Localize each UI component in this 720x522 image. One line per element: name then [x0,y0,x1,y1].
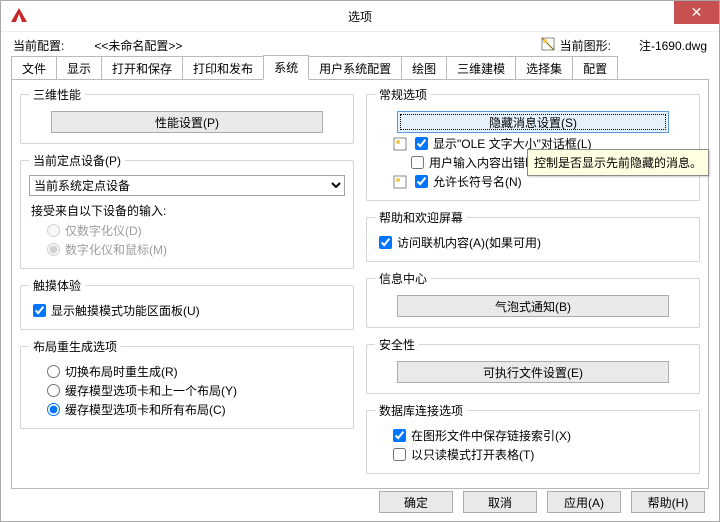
legend-infocenter: 信息中心 [375,270,431,287]
legend-help: 帮助和欢迎屏幕 [375,209,467,226]
group-help: 帮助和欢迎屏幕 访问联机内容(A)(如果可用) [366,209,700,262]
apply-button[interactable]: 应用(A) [547,491,621,513]
legend-security: 安全性 [375,336,419,353]
chk-long-names-label: 允许长符号名(N) [433,173,522,190]
legend-pointer: 当前定点设备(P) [29,152,125,169]
chk-touch-ribbon-label: 显示触摸模式功能区面板(U) [51,302,200,319]
chk-beep-error[interactable] [411,156,424,169]
legend-regen: 布局重生成选项 [29,338,121,355]
profile-row: 当前配置: <<未命名配置>> 当前图形: 注-1690.dwg [1,32,719,56]
tab-3d-modeling[interactable]: 三维建模 [446,56,516,80]
drawing-small-icon-2 [393,175,407,189]
right-column: 常规选项 隐藏消息设置(S) 显示"OLE 文字大小"对话框(L) 用户输入内容… [366,86,700,480]
group-dbconnect: 数据库连接选项 在图形文件中保存链接索引(X) 以只读模式打开表格(T) [366,402,700,474]
current-drawing-value: 注-1690.dwg [639,37,707,54]
chk-readonly-tables-label: 以只读模式打开表格(T) [411,446,534,463]
radio-regen-switch-label: 切换布局时重生成(R) [65,363,178,380]
group-security: 安全性 可执行文件设置(E) [366,336,700,394]
close-icon: ✕ [691,4,703,21]
chk-online-content-label: 访问联机内容(A)(如果可用) [397,234,541,251]
radio-digitizer-mouse-label: 数字化仪和鼠标(M) [65,241,167,258]
cancel-button[interactable]: 取消 [463,491,537,513]
drawing-small-icon [393,137,407,151]
options-dialog: { "title": "选项", "close_glyph": "✕", "pr… [0,0,720,522]
current-profile-value: <<未命名配置>> [94,37,182,54]
group-general: 常规选项 隐藏消息设置(S) 显示"OLE 文字大小"对话框(L) 用户输入内容… [366,86,700,201]
chk-readonly-tables[interactable] [393,448,406,461]
radio-digitizer-only-label: 仅数字化仪(D) [65,222,142,239]
chk-online-content[interactable] [379,236,392,249]
drawing-icon [540,36,556,55]
bubble-notify-button[interactable]: 气泡式通知(B) [397,295,669,317]
chk-ole-text-size[interactable] [415,137,428,150]
tab-profiles[interactable]: 配置 [572,56,618,80]
help-button[interactable]: 帮助(H) [631,491,705,513]
tab-system[interactable]: 系统 [263,55,309,80]
legend-touch: 触摸体验 [29,277,85,294]
tooltip: 控制是否显示先前隐藏的消息。 [527,149,709,176]
radio-regen-switch[interactable] [47,365,60,378]
opt-digitizer-only: 仅数字化仪(D) [47,222,345,239]
tab-drafting[interactable]: 绘图 [401,56,447,80]
chk-touch-ribbon[interactable] [33,304,46,317]
tab-selection[interactable]: 选择集 [515,56,573,80]
accept-input-label: 接受来自以下设备的输入: [31,202,345,219]
perf-settings-button[interactable]: 性能设置(P) [51,111,323,133]
exe-settings-button[interactable]: 可执行文件设置(E) [397,361,669,383]
tab-display[interactable]: 显示 [56,56,102,80]
legend-general: 常规选项 [375,86,431,103]
hidden-msg-settings-button[interactable]: 隐藏消息设置(S) [397,111,669,133]
tab-open-save[interactable]: 打开和保存 [101,56,183,80]
window-title: 选项 [1,8,719,25]
radio-digitizer-mouse [47,243,60,256]
group-3d-perf: 三维性能 性能设置(P) [20,86,354,144]
radio-cache-last-label: 缓存模型选项卡和上一个布局(Y) [65,382,237,399]
tab-files[interactable]: 文件 [11,56,57,80]
dialog-footer: 确定 取消 应用(A) 帮助(H) [379,491,705,513]
ok-button[interactable]: 确定 [379,491,453,513]
left-column: 三维性能 性能设置(P) 当前定点设备(P) 当前系统定点设备 接受来自以下设备… [20,86,354,480]
tab-user-prefs[interactable]: 用户系统配置 [308,56,402,80]
group-infocenter: 信息中心 气泡式通知(B) [366,270,700,328]
tab-plot-publish[interactable]: 打印和发布 [182,56,264,80]
radio-cache-all[interactable] [47,403,60,416]
chk-store-link-index[interactable] [393,429,406,442]
legend-dbconnect: 数据库连接选项 [375,402,467,419]
close-button[interactable]: ✕ [674,1,719,24]
pointer-device-select[interactable]: 当前系统定点设备 [29,175,345,196]
group-pointer: 当前定点设备(P) 当前系统定点设备 接受来自以下设备的输入: 仅数字化仪(D)… [20,152,354,269]
legend-3d-perf: 三维性能 [29,86,85,103]
current-profile-label: 当前配置: [13,37,64,54]
opt-digitizer-mouse: 数字化仪和鼠标(M) [47,241,345,258]
radio-digitizer-only [47,224,60,237]
chk-long-names[interactable] [415,175,428,188]
chk-store-link-index-label: 在图形文件中保存链接索引(X) [411,427,571,444]
tab-strip: 文件 显示 打开和保存 打印和发布 系统 用户系统配置 绘图 三维建模 选择集 … [1,56,719,79]
group-regen: 布局重生成选项 切换布局时重生成(R) 缓存模型选项卡和上一个布局(Y) 缓存模… [20,338,354,429]
current-drawing-label: 当前图形: [560,37,611,54]
group-touch: 触摸体验 显示触摸模式功能区面板(U) [20,277,354,330]
titlebar: 选项 ✕ [1,1,719,32]
radio-cache-all-label: 缓存模型选项卡和所有布局(C) [65,401,226,418]
radio-cache-last[interactable] [47,384,60,397]
system-panel: 三维性能 性能设置(P) 当前定点设备(P) 当前系统定点设备 接受来自以下设备… [11,79,709,489]
